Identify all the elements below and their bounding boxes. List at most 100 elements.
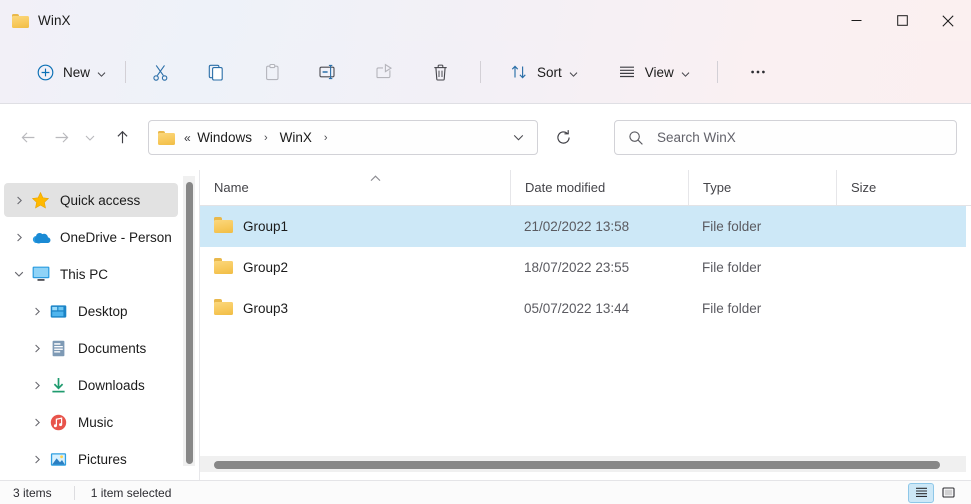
star-icon bbox=[30, 190, 51, 211]
refresh-button[interactable] bbox=[547, 121, 580, 154]
folder-icon bbox=[158, 130, 175, 145]
column-header-label: Date modified bbox=[525, 180, 606, 195]
large-icons-view-button[interactable] bbox=[935, 483, 961, 503]
sort-button[interactable]: Sort bbox=[499, 55, 588, 89]
sidebar-item-label: OneDrive - Person bbox=[60, 229, 172, 245]
chevron-right-icon[interactable] bbox=[26, 411, 48, 433]
file-explorer-window: WinX New Sort View « Windows › WinX › Se… bbox=[0, 0, 971, 504]
file-type-cell: File folder bbox=[702, 260, 762, 275]
chevron-right-icon[interactable] bbox=[26, 337, 48, 359]
rename-button[interactable] bbox=[308, 55, 348, 89]
pictures-icon bbox=[48, 449, 69, 470]
recent-locations-button[interactable] bbox=[78, 121, 102, 154]
breadcrumb-dropdown-button[interactable] bbox=[505, 125, 531, 151]
chevron-down-icon[interactable] bbox=[8, 263, 30, 285]
column-header-label: Size bbox=[851, 180, 877, 195]
scissors-icon bbox=[149, 61, 171, 83]
maximize-button[interactable] bbox=[879, 0, 925, 41]
sidebar-item-onedrive[interactable]: OneDrive - Person bbox=[4, 220, 178, 254]
column-header-label: Type bbox=[703, 180, 732, 195]
sidebar-item-desktop[interactable]: Desktop bbox=[4, 294, 178, 328]
view-button-label: View bbox=[644, 64, 674, 80]
file-name: Group1 bbox=[243, 219, 289, 234]
chevron-right-icon[interactable] bbox=[8, 226, 30, 248]
window-controls bbox=[833, 0, 971, 41]
file-type-cell: File folder bbox=[702, 301, 762, 316]
file-name-cell: Group2 bbox=[200, 258, 510, 277]
breadcrumb-item-winx[interactable]: WinX bbox=[276, 127, 316, 148]
file-name: Group2 bbox=[243, 260, 289, 275]
desktop-folder-icon bbox=[48, 301, 69, 322]
share-button[interactable] bbox=[364, 55, 404, 89]
sidebar-item-label: Music bbox=[78, 414, 114, 430]
search-input[interactable] bbox=[657, 130, 956, 145]
column-header-type[interactable]: Type bbox=[688, 170, 836, 205]
sidebar-item-downloads[interactable]: Downloads bbox=[4, 368, 178, 402]
download-icon bbox=[48, 375, 69, 396]
music-icon bbox=[48, 412, 69, 433]
table-row[interactable]: Group3 05/07/2022 13:44 File folder bbox=[200, 288, 966, 329]
cut-button[interactable] bbox=[140, 55, 180, 89]
copy-button[interactable] bbox=[196, 55, 236, 89]
new-button-label: New bbox=[63, 64, 91, 80]
navigation-tree: Quick access OneDrive - Person This PC D… bbox=[0, 180, 182, 480]
search-box[interactable] bbox=[614, 120, 957, 155]
breadcrumb: « Windows › WinX › bbox=[158, 127, 505, 148]
chevron-right-icon[interactable] bbox=[26, 374, 48, 396]
close-button[interactable] bbox=[925, 0, 971, 41]
view-toggle-group bbox=[908, 482, 971, 503]
title-bar: WinX bbox=[0, 0, 971, 41]
up-button[interactable] bbox=[106, 121, 139, 154]
toolbar-divider-3 bbox=[716, 61, 718, 83]
paste-button[interactable] bbox=[252, 55, 292, 89]
sidebar-item-label: Quick access bbox=[60, 192, 141, 208]
sidebar-item-music[interactable]: Music bbox=[4, 405, 178, 439]
explorer-body: Quick access OneDrive - Person This PC D… bbox=[0, 170, 971, 480]
chevron-right-icon[interactable] bbox=[8, 189, 30, 211]
breadcrumb-bar[interactable]: « Windows › WinX › bbox=[148, 120, 538, 155]
navigation-pane: Quick access OneDrive - Person This PC D… bbox=[0, 170, 200, 480]
window-title: WinX bbox=[38, 13, 71, 28]
file-rows: Group1 21/02/2022 13:58 File folder Grou… bbox=[200, 206, 966, 329]
table-row[interactable]: Group1 21/02/2022 13:58 File folder bbox=[200, 206, 966, 247]
chevron-down-icon bbox=[569, 67, 579, 77]
sidebar-item-label: Documents bbox=[78, 340, 147, 356]
status-selection-count: 1 item selected bbox=[73, 485, 171, 500]
file-list-scrollbar-thumb[interactable] bbox=[214, 461, 940, 469]
table-row[interactable]: Group2 18/07/2022 23:55 File folder bbox=[200, 247, 966, 288]
sidebar-item-quick-access[interactable]: Quick access bbox=[4, 183, 178, 217]
minimize-button[interactable] bbox=[833, 0, 879, 41]
chevron-right-icon[interactable] bbox=[26, 300, 48, 322]
ellipsis-icon bbox=[747, 61, 769, 83]
rename-icon bbox=[317, 61, 339, 83]
folder-icon bbox=[12, 13, 29, 28]
sidebar-item-documents[interactable]: Documents bbox=[4, 331, 178, 365]
sidebar-scrollbar-thumb[interactable] bbox=[186, 182, 193, 464]
details-view-button[interactable] bbox=[908, 482, 934, 503]
sidebar-item-label: This PC bbox=[60, 266, 109, 282]
new-button[interactable]: New bbox=[25, 55, 116, 89]
title-bar-left: WinX bbox=[0, 13, 833, 28]
back-button[interactable] bbox=[12, 121, 45, 154]
see-more-button[interactable] bbox=[738, 55, 778, 89]
breadcrumb-separator[interactable]: › bbox=[258, 132, 274, 144]
list-lines-icon bbox=[616, 61, 638, 83]
breadcrumb-separator-2[interactable]: › bbox=[318, 132, 334, 144]
column-header-size[interactable]: Size bbox=[836, 170, 926, 205]
forward-button[interactable] bbox=[45, 121, 78, 154]
column-header-date-modified[interactable]: Date modified bbox=[510, 170, 688, 205]
cloud-icon bbox=[30, 227, 51, 248]
sidebar-item-pictures[interactable]: Pictures bbox=[4, 442, 178, 476]
file-name-cell: Group3 bbox=[200, 299, 510, 318]
sidebar-item-this-pc[interactable]: This PC bbox=[4, 257, 178, 291]
delete-button[interactable] bbox=[420, 55, 460, 89]
breadcrumb-item-windows[interactable]: Windows bbox=[193, 127, 256, 148]
chevron-down-icon bbox=[97, 67, 107, 77]
sort-button-label: Sort bbox=[537, 64, 562, 80]
chevron-right-icon[interactable] bbox=[26, 448, 48, 470]
column-header-name[interactable]: Name bbox=[200, 170, 510, 205]
file-date-cell: 05/07/2022 13:44 bbox=[524, 301, 630, 316]
search-icon bbox=[628, 130, 644, 146]
view-button[interactable]: View bbox=[607, 55, 700, 89]
breadcrumb-overflow-icon[interactable]: « bbox=[177, 131, 193, 145]
